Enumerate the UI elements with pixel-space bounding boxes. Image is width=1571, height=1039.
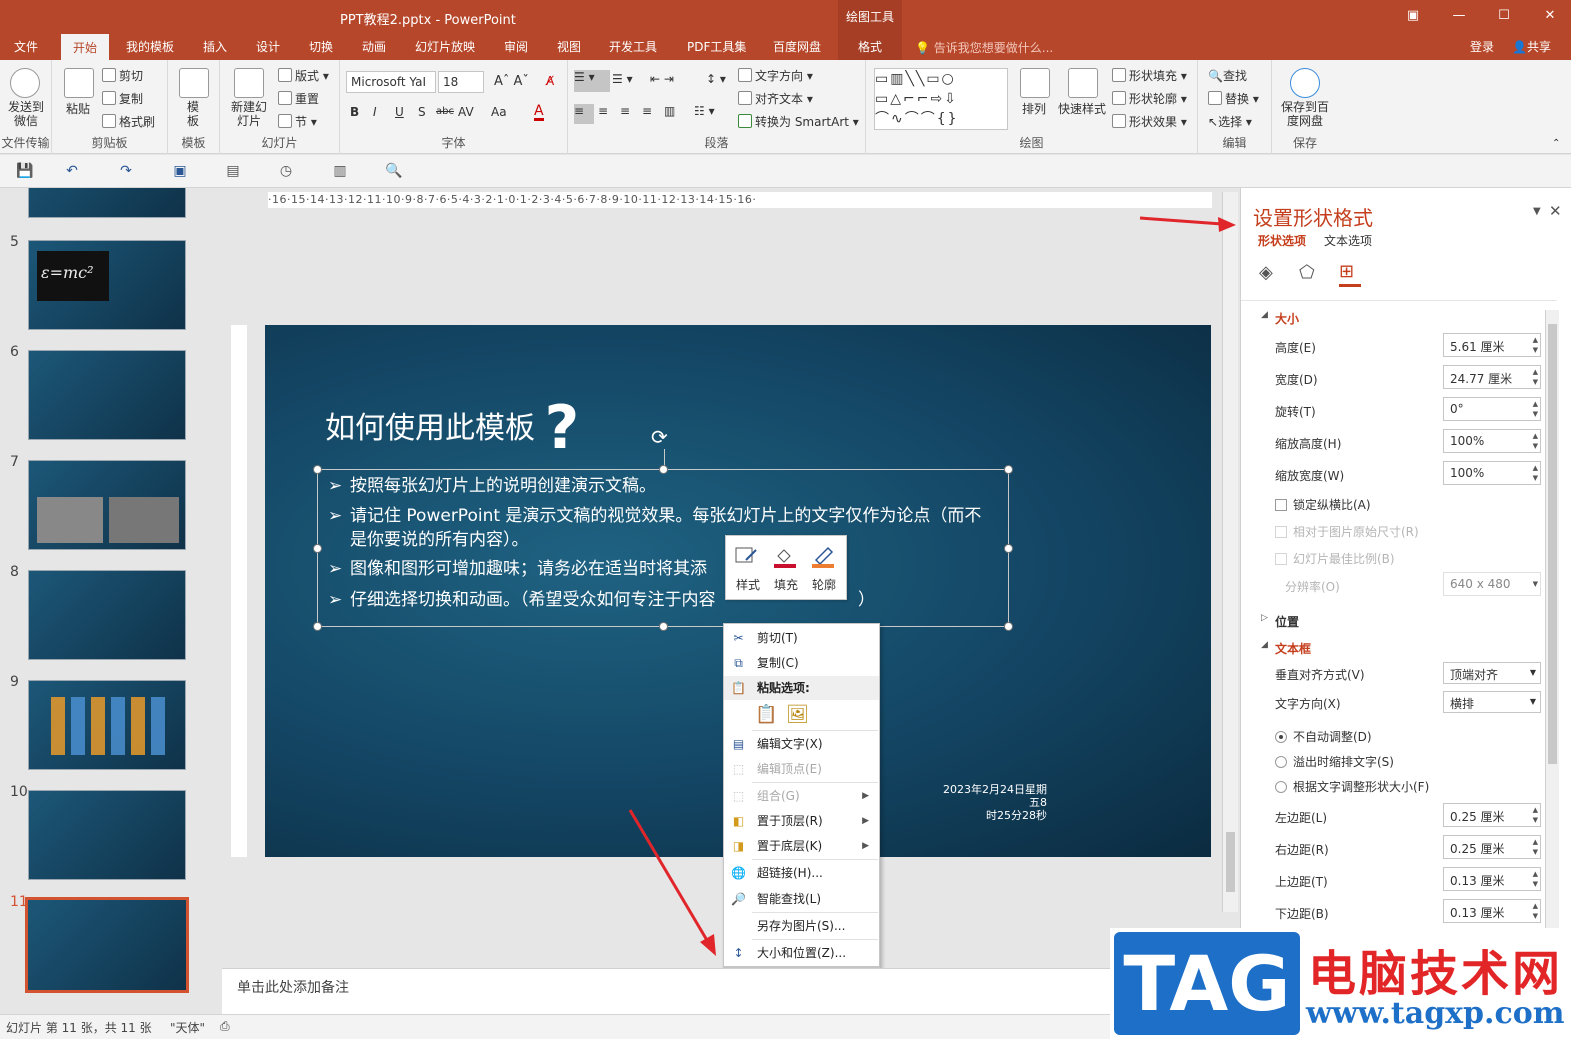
annotation-arrow-line — [628, 809, 710, 943]
annotation-arrowhead — [700, 934, 716, 956]
watermark-site-name: 电脑技术网 — [1308, 946, 1564, 1002]
annotation-arrows — [628, 216, 1236, 956]
annotation-arrowhead — [1218, 217, 1236, 232]
watermark-url: www.tagxp.com — [1306, 996, 1565, 1031]
watermark-tag: TAG — [1114, 932, 1300, 1035]
annotation-arrow-line — [1139, 216, 1223, 226]
watermark-logo: TAG 电脑技术网 www.tagxp.com — [1110, 928, 1571, 1039]
